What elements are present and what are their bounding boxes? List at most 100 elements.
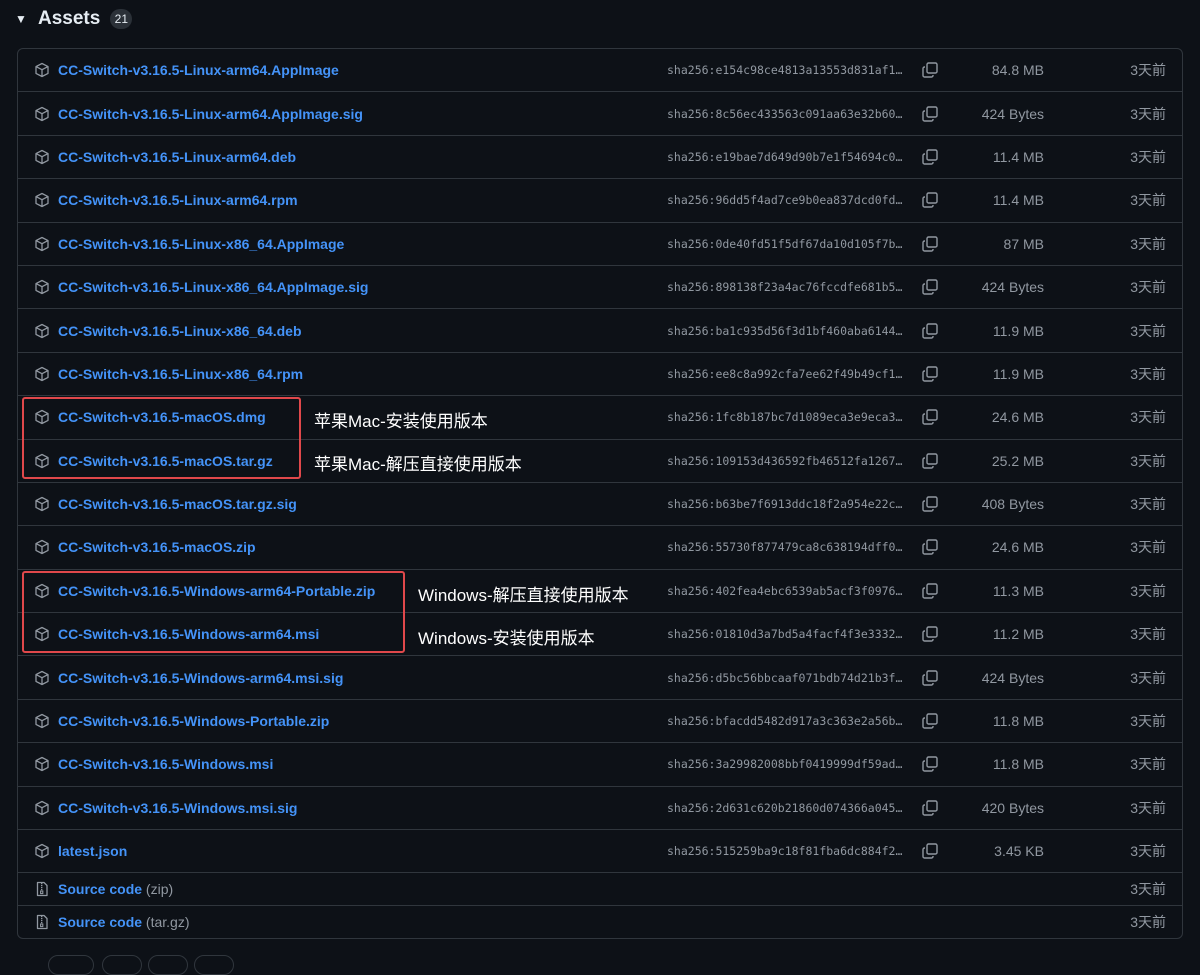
assets-list: CC-Switch-v3.16.5-Linux-arm64.AppImage sh… [17,48,1183,940]
asset-download-link[interactable]: CC-Switch-v3.16.5-Windows-arm64-Portable… [58,583,375,599]
package-icon [34,149,50,165]
asset-download-link[interactable]: CC-Switch-v3.16.5-Linux-arm64.AppImage.s… [58,106,363,122]
asset-date: 3天前 [1130,409,1166,426]
asset-download-link[interactable]: CC-Switch-v3.16.5-macOS.tar.gz.sig [58,496,297,512]
asset-download-link[interactable]: CC-Switch-v3.16.5-Linux-x86_64.rpm [58,366,303,382]
package-icon [34,106,50,122]
package-icon [34,843,50,859]
copy-icon[interactable] [921,495,939,513]
copy-icon[interactable] [921,365,939,383]
copy-icon[interactable] [921,452,939,470]
asset-download-link[interactable]: CC-Switch-v3.16.5-Windows-arm64.msi.sig [58,670,343,686]
asset-date: 3天前 [1130,322,1166,339]
asset-sha256: sha256:bfacdd5482d917a3c363e2a56b… [667,714,903,729]
annotation-mac-targz: 苹果Mac-解压直接使用版本 [314,455,522,474]
asset-download-link[interactable]: CC-Switch-v3.16.5-Windows.msi [58,756,273,772]
asset-download-link[interactable]: CC-Switch-v3.16.5-Linux-x86_64.AppImage [58,236,344,252]
asset-download-link[interactable]: CC-Switch-v3.16.5-Windows.msi.sig [58,800,297,816]
asset-download-link[interactable]: CC-Switch-v3.16.5-Linux-x86_64.AppImage.… [58,279,368,295]
package-icon [34,453,50,469]
asset-row: latest.json sha256:515259ba9c18f81fba6dc8… [18,829,1182,872]
caret-down-icon[interactable]: ▼ [14,12,28,26]
assets-count-badge: 21 [110,9,133,29]
asset-download-link[interactable]: CC-Switch-v3.16.5-Linux-arm64.rpm [58,192,298,208]
asset-size: 11.8 MB [992,756,1044,773]
asset-date: 3天前 [1130,626,1166,643]
file-zip-icon [34,914,50,930]
reaction-button[interactable] [148,955,188,975]
asset-date: 3天前 [1130,843,1166,860]
package-icon [34,496,50,512]
asset-date: 3天前 [1130,105,1166,122]
copy-icon[interactable] [921,712,939,730]
copy-icon[interactable] [921,191,939,209]
asset-size: 11.3 MB [992,582,1044,599]
package-icon [34,366,50,382]
asset-date: 3天前 [1130,192,1166,209]
asset-row: CC-Switch-v3.16.5-Linux-arm64.deb sha256:… [18,134,1182,178]
package-icon [34,756,50,772]
asset-sha256: sha256:1fc8b187bc7d1089eca3e9eca3… [667,410,903,425]
asset-row: CC-Switch-v3.16.5-Windows.msi.sig sha256:… [18,785,1182,829]
assets-header[interactable]: ▼ Assets 21 [14,6,133,32]
asset-sha256: sha256:96dd5f4ad7ce9b0ea837dcd0fd… [667,193,903,208]
copy-icon[interactable] [921,235,939,253]
source-code-link[interactable]: Source code (tar.gz) [58,914,190,930]
copy-icon[interactable] [921,755,939,773]
annotation-win-msi: Windows-安装使用版本 [418,629,595,648]
copy-icon[interactable] [921,322,939,340]
reaction-button[interactable] [48,955,94,975]
copy-icon[interactable] [921,408,939,426]
package-icon [34,409,50,425]
asset-date: 3天前 [1130,148,1166,165]
package-icon [34,323,50,339]
asset-size: 24.6 MB [991,539,1044,556]
asset-size: 11.8 MB [992,713,1044,730]
copy-icon[interactable] [921,278,939,296]
asset-row: CC-Switch-v3.16.5-Linux-x86_64.rpm sha256… [18,351,1182,395]
copy-icon[interactable] [921,799,939,817]
asset-sha256: sha256:515259ba9c18f81fba6dc884f2… [667,844,903,859]
asset-date: 3天前 [1130,235,1166,252]
package-icon [34,192,50,208]
source-code-link[interactable]: Source code (zip) [58,881,173,897]
package-icon [34,583,50,599]
asset-download-link[interactable]: CC-Switch-v3.16.5-macOS.dmg [58,409,266,425]
copy-icon[interactable] [921,625,939,643]
asset-sha256: sha256:8c56ec433563c091aa63e32b60… [667,106,903,121]
package-icon [34,279,50,295]
asset-date: 3天前 [1130,452,1166,469]
asset-row: CC-Switch-v3.16.5-macOS.zip sha256:55730f… [18,525,1182,568]
asset-size: 11.9 MB [992,322,1044,339]
asset-size: 24.6 MB [991,409,1044,426]
asset-download-link[interactable]: CC-Switch-v3.16.5-Linux-arm64.deb [58,149,296,165]
asset-download-link[interactable]: CC-Switch-v3.16.5-macOS.zip [58,539,256,555]
asset-row: CC-Switch-v3.16.5-Linux-x86_64.AppImage s… [18,221,1182,265]
asset-download-link[interactable]: CC-Switch-v3.16.5-Linux-x86_64.deb [58,323,302,339]
asset-size: 11.2 MB [992,626,1044,643]
asset-date: 3天前 [1130,881,1166,898]
asset-sha256: sha256:ee8c8a992cfa7ee62f49b49cf1… [667,366,903,381]
copy-icon[interactable] [921,842,939,860]
package-icon [34,62,50,78]
copy-icon[interactable] [921,538,939,556]
asset-download-link[interactable]: CC-Switch-v3.16.5-Windows-Portable.zip [58,713,329,729]
asset-row: CC-Switch-v3.16.5-Linux-arm64.AppImage sh… [18,49,1182,91]
source-code-format: (zip) [145,881,174,898]
reaction-button[interactable] [194,955,234,975]
copy-icon[interactable] [921,105,939,123]
copy-icon[interactable] [921,61,939,79]
asset-date: 3天前 [1130,496,1166,513]
assets-title[interactable]: Assets [38,8,100,30]
reaction-button[interactable] [102,955,142,975]
package-icon [34,626,50,642]
copy-icon[interactable] [921,669,939,687]
asset-download-link[interactable]: CC-Switch-v3.16.5-Linux-arm64.AppImage [58,62,339,78]
asset-download-link[interactable]: latest.json [58,843,127,859]
copy-icon[interactable] [921,582,939,600]
copy-icon[interactable] [921,148,939,166]
asset-download-link[interactable]: CC-Switch-v3.16.5-Windows-arm64.msi [58,626,319,642]
asset-sha256: sha256:e19bae7d649d90b7e1f54694c0… [667,149,903,164]
asset-download-link[interactable]: CC-Switch-v3.16.5-macOS.tar.gz [58,453,273,469]
asset-date: 3天前 [1130,914,1166,931]
